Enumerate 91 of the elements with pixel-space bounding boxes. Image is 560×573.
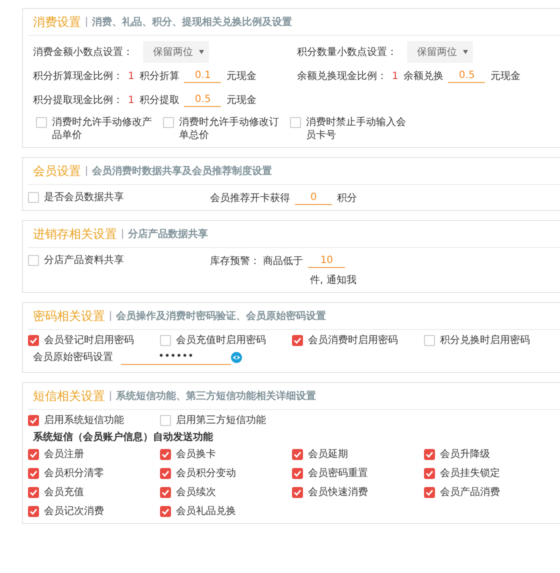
field-label: 消费金额小数点设置： <box>33 46 134 59</box>
checkbox[interactable] <box>28 468 39 479</box>
checkbox-label: 是否会员数据共享 <box>44 191 124 204</box>
unit-label: 元现金 <box>226 94 256 107</box>
input-field[interactable]: 0 <box>295 192 332 204</box>
checkbox-label: 会员登记时启用密码 <box>44 334 134 347</box>
section-title: 密码相关设置 <box>33 308 105 324</box>
section-subtitle: 会员操作及消费时密码验证、会员原始密码设置 <box>116 310 326 323</box>
unit-label: 元现金 <box>490 70 520 83</box>
checkbox[interactable] <box>36 117 47 128</box>
checkbox[interactable] <box>28 487 39 498</box>
checkbox[interactable] <box>28 335 39 346</box>
field-label: 积分折算现金比例： <box>33 70 123 83</box>
checkbox-label: 会员充值时启用密码 <box>176 334 266 347</box>
checkbox-label: 会员挂失锁定 <box>440 467 500 480</box>
section-subtitle: 会员消费时数据共享及会员推荐制度设置 <box>92 164 272 178</box>
section-title: 消费设置 <box>33 14 81 30</box>
dropdown[interactable]: 保留两位 <box>407 41 473 63</box>
section-title: 短信相关设置 <box>33 388 105 404</box>
checkbox[interactable] <box>28 255 39 266</box>
caret-icon <box>463 50 468 54</box>
field-label: 积分折算 <box>139 70 180 83</box>
checkbox-label: 消费时允许手动修改产品单价 <box>52 116 152 142</box>
dropdown[interactable]: 保留两位 <box>143 41 209 63</box>
checkbox-label: 分店产品资料共享 <box>44 254 124 267</box>
checkbox-label: 会员礼品兑换 <box>176 505 236 518</box>
checkbox[interactable] <box>424 335 435 346</box>
checkbox-label: 消费时禁止手动输入会员卡号 <box>306 116 406 142</box>
input-field[interactable]: 0.1 <box>184 70 222 82</box>
checkbox-label: 会员续次 <box>176 486 216 499</box>
checkbox-label: 会员积分变动 <box>176 467 236 480</box>
checkbox[interactable] <box>28 415 39 426</box>
checkbox-label: 会员消费时启用密码 <box>308 334 398 347</box>
checkbox[interactable] <box>160 449 171 460</box>
checkbox-label: 会员记次消费 <box>44 505 104 518</box>
checkbox-label: 会员注册 <box>44 448 84 461</box>
checkbox[interactable] <box>292 468 303 479</box>
input-field[interactable]: 0.5 <box>448 70 486 82</box>
section-subtitle: 分店产品数据共享 <box>128 227 208 241</box>
checkbox-label: 会员密码重置 <box>308 467 368 480</box>
checkbox[interactable] <box>424 449 435 460</box>
checkbox[interactable] <box>292 487 303 498</box>
input-field[interactable]: 10 <box>308 254 346 268</box>
checkbox[interactable] <box>28 506 39 517</box>
checkbox[interactable] <box>160 335 171 346</box>
field-label: 积分提取 <box>139 94 180 107</box>
checkbox-label: 消费时允许手动修改订单总价 <box>179 116 279 142</box>
field-label: 积分数量小数点设置： <box>297 46 398 59</box>
input-field[interactable]: 0.5 <box>184 94 222 106</box>
field-label: 余额兑换 <box>403 70 444 83</box>
checkbox-label: 会员积分清零 <box>44 467 104 480</box>
checkbox[interactable] <box>160 415 171 426</box>
checkbox[interactable] <box>28 192 39 203</box>
checkbox-label: 会员充值 <box>44 486 84 499</box>
unit-label: 件, 通知我 <box>310 274 356 287</box>
checkbox-label: 启用系统短信功能 <box>44 414 124 427</box>
eye-icon[interactable] <box>231 352 242 362</box>
field-label: 会员推荐开卡获得 <box>210 192 290 205</box>
checkbox-label: 启用第三方短信功能 <box>176 414 266 427</box>
checkbox[interactable] <box>424 487 435 498</box>
section-subtitle: 消费、礼品、积分、提现相关兑换比例及设置 <box>92 16 292 29</box>
checkbox[interactable] <box>163 117 174 128</box>
checkbox-label: 会员换卡 <box>176 448 216 461</box>
unit-label: 元现金 <box>226 70 256 83</box>
field-label: 库存预警： 商品低于 <box>210 254 304 268</box>
ratio-number: 1 <box>392 70 398 82</box>
checkbox-label: 会员延期 <box>308 448 348 461</box>
section-subtitle: 系统短信功能、第三方短信功能相关详细设置 <box>116 389 316 403</box>
field-label: 余额兑换现金比例： <box>297 70 387 83</box>
checkbox[interactable] <box>292 449 303 460</box>
checkbox[interactable] <box>160 468 171 479</box>
checkbox[interactable] <box>28 449 39 460</box>
caret-icon <box>199 50 204 54</box>
checkbox-label: 会员快速消费 <box>308 486 368 499</box>
section-title: 进销存相关设置 <box>33 226 117 242</box>
checkbox[interactable] <box>424 468 435 479</box>
unit-label: 积分 <box>337 192 357 205</box>
checkbox-label: 会员产品消费 <box>440 486 500 499</box>
checkbox[interactable] <box>292 335 303 346</box>
password-field[interactable]: •••••• <box>121 350 231 364</box>
checkbox-label: 积分兑换时启用密码 <box>440 334 530 347</box>
group-heading: 系统短信（会员账户信息）自动发送功能 <box>32 430 214 444</box>
section-title: 会员设置 <box>33 162 81 180</box>
checkbox[interactable] <box>160 487 171 498</box>
ratio-number: 1 <box>128 70 134 82</box>
checkbox-label: 会员升降级 <box>440 448 490 461</box>
checkbox[interactable] <box>160 506 171 517</box>
checkbox[interactable] <box>290 117 301 128</box>
field-label: 积分提取现金比例： <box>33 94 123 107</box>
ratio-number: 1 <box>128 94 134 106</box>
field-label: 会员原始密码设置 <box>33 350 113 364</box>
